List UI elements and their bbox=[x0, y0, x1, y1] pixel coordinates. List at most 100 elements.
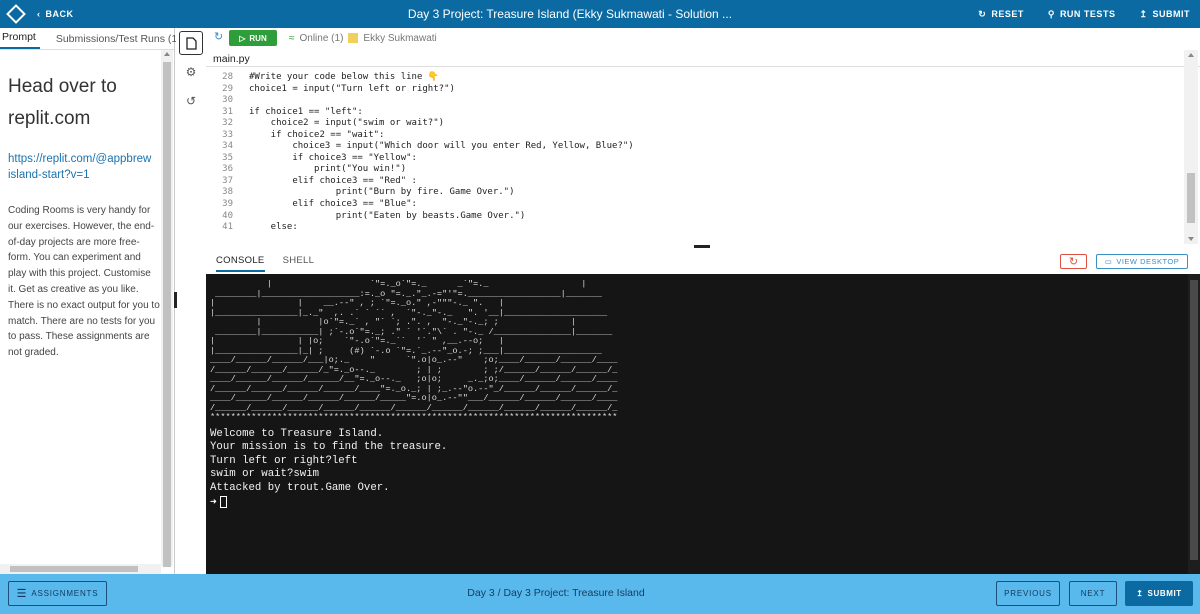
view-desktop-label: VIEW DESKTOP bbox=[1116, 257, 1180, 266]
refresh-icon[interactable]: ↻ bbox=[214, 30, 223, 43]
history-icon: ↺ bbox=[185, 94, 197, 108]
line-text: if choice1 == "left": bbox=[249, 106, 363, 117]
line-number: 30 bbox=[222, 95, 233, 106]
console-output[interactable]: | `"=._o`"=._ _`"=._ | ________|________… bbox=[206, 274, 1200, 574]
code-line[interactable]: 33 if choice2 == "wait": bbox=[206, 130, 1184, 142]
code-line[interactable]: 41 else: bbox=[206, 222, 1184, 234]
line-number: 37 bbox=[222, 175, 233, 186]
code-line[interactable]: 40 print("Eaten by beasts.Game Over.") bbox=[206, 211, 1184, 223]
panel-splitter-handle[interactable] bbox=[174, 292, 177, 308]
line-number: 28 bbox=[222, 72, 233, 82]
editor-vertical-scrollbar[interactable] bbox=[1184, 50, 1198, 244]
submit-upload-icon: ↥ bbox=[1139, 8, 1148, 19]
prompt-paragraph: Coding Rooms is very handy for our exerc… bbox=[8, 205, 160, 359]
code-line[interactable]: 38 print("Burn by fire. Game Over.") bbox=[206, 187, 1184, 199]
code-line[interactable]: 39 elif choice3 == "Blue": bbox=[206, 199, 1184, 211]
run-tests-label: RUN TESTS bbox=[1059, 9, 1116, 19]
heading-line: Head over to bbox=[8, 76, 117, 97]
tab-shell[interactable]: SHELL bbox=[283, 255, 315, 272]
console-line: Turn left or right?left bbox=[210, 454, 358, 467]
scroll-down-icon[interactable] bbox=[1188, 237, 1194, 241]
prompt-horizontal-scrollbar[interactable] bbox=[0, 564, 161, 574]
tab-prompt[interactable]: Prompt bbox=[0, 31, 40, 49]
bottom-submit-button[interactable]: ↥ SUBMIT bbox=[1125, 581, 1193, 606]
code-editor[interactable]: 28 #Write your code below this line 👇 29 ch… bbox=[206, 68, 1184, 245]
back-chevron-icon: ‹ bbox=[37, 9, 41, 19]
line-text: if choice3 == "Yellow": bbox=[249, 152, 417, 163]
code-line[interactable]: 34 choice3 = input("Which door will you … bbox=[206, 141, 1184, 153]
run-label: RUN bbox=[249, 33, 267, 43]
file-icon bbox=[185, 36, 197, 50]
cursor bbox=[219, 496, 227, 508]
run-button[interactable]: ▷ RUN bbox=[229, 30, 277, 46]
line-text: else: bbox=[249, 222, 298, 233]
scroll-thumb[interactable] bbox=[1190, 280, 1198, 560]
files-button[interactable] bbox=[179, 31, 203, 55]
scroll-up-icon[interactable] bbox=[1188, 53, 1194, 57]
code-line[interactable]: 30 bbox=[206, 95, 1184, 107]
line-text: choice3 = input("Which door will you ent… bbox=[249, 141, 634, 152]
line-number: 33 bbox=[222, 129, 233, 140]
code-line[interactable]: 35 if choice3 == "Yellow": bbox=[206, 153, 1184, 165]
scroll-thumb[interactable] bbox=[163, 62, 171, 567]
console-tab-bar: CONSOLE SHELL ↻ ▭ VIEW DESKTOP bbox=[206, 250, 1200, 273]
prompt-vertical-scrollbar[interactable] bbox=[161, 50, 173, 567]
line-number: 39 bbox=[222, 199, 233, 210]
back-button[interactable]: ‹ BACK bbox=[37, 9, 74, 19]
back-label: BACK bbox=[45, 9, 74, 19]
settings-button[interactable]: ⚙ bbox=[179, 60, 203, 84]
assignment-breadcrumb: Day 3 / Day 3 Project: Treasure Island bbox=[467, 587, 645, 599]
scroll-thumb[interactable] bbox=[10, 566, 138, 572]
restart-console-button[interactable]: ↻ bbox=[1060, 254, 1087, 269]
scroll-up-icon[interactable] bbox=[164, 52, 170, 56]
code-line[interactable]: 32 choice2 = input("swim or wait?") bbox=[206, 118, 1184, 130]
online-count: Online (1) bbox=[299, 32, 344, 44]
reset-label: RESET bbox=[991, 9, 1024, 19]
code-line[interactable]: 28 #Write your code below this line 👇 bbox=[206, 72, 1184, 84]
console-prompt[interactable]: ➜ bbox=[206, 495, 1200, 509]
line-number: 40 bbox=[222, 210, 233, 221]
ascii-art: | `"=._o`"=._ _`"=._ | ________|________… bbox=[210, 279, 618, 422]
editor-console-splitter-handle[interactable] bbox=[694, 245, 710, 248]
view-desktop-button[interactable]: ▭ VIEW DESKTOP bbox=[1096, 254, 1188, 269]
console-vertical-scrollbar[interactable] bbox=[1188, 274, 1200, 574]
line-text: elif choice3 == "Red" : bbox=[249, 175, 417, 186]
user-avatar bbox=[348, 33, 359, 43]
previous-button[interactable]: PREVIOUS bbox=[996, 581, 1060, 606]
history-button[interactable]: ↺ bbox=[179, 89, 203, 113]
line-text bbox=[233, 95, 249, 107]
online-status: ≈ Online (1) Ekky Sukmawati bbox=[289, 33, 437, 44]
tab-console[interactable]: CONSOLE bbox=[216, 255, 265, 272]
submit-upload-icon: ↥ bbox=[1136, 589, 1144, 598]
link-line: https://replit.com/@appbrew bbox=[8, 153, 152, 165]
page-title: Day 3 Project: Treasure Island (Ekky Suk… bbox=[407, 7, 733, 21]
replit-link[interactable]: https://replit.com/@appbrew island-start… bbox=[8, 151, 161, 183]
console-line: Attacked by trout.Game Over. bbox=[210, 481, 390, 494]
code-line[interactable]: 29 choice1 = input("Turn left or right?") bbox=[206, 84, 1184, 96]
reset-button[interactable]: ↻ RESET bbox=[978, 9, 1024, 20]
line-number: 32 bbox=[222, 118, 233, 129]
file-tab-main-py[interactable]: main.py bbox=[213, 53, 250, 65]
link-line: island-start?v=1 bbox=[8, 169, 90, 181]
console-text: Welcome to Treasure Island. Your mission … bbox=[206, 428, 1200, 496]
tab-submissions[interactable]: Submissions/Test Runs (1) bbox=[54, 33, 185, 49]
prompt-content: Head over to replit.com https://replit.c… bbox=[0, 50, 161, 566]
scroll-thumb[interactable] bbox=[1187, 173, 1195, 223]
line-text: #Write your code below this line 👇 bbox=[249, 72, 440, 82]
file-tab-bar: main.py ✓ bbox=[206, 50, 1200, 67]
code-line[interactable]: 31 if choice1 == "left": bbox=[206, 107, 1184, 119]
line-text: print("Burn by fire. Game Over.") bbox=[249, 187, 515, 198]
logo-icon[interactable] bbox=[6, 4, 26, 24]
next-button[interactable]: NEXT bbox=[1069, 581, 1117, 606]
code-line[interactable]: 37 elif choice3 == "Red" : bbox=[206, 176, 1184, 188]
prompt-tabs: Prompt Submissions/Test Runs (1) bbox=[0, 28, 181, 50]
top-submit-button[interactable]: ↥ SUBMIT bbox=[1139, 9, 1190, 20]
submit-label: SUBMIT bbox=[1147, 589, 1182, 598]
settings-gear-icon: ⚙ bbox=[185, 65, 197, 79]
prompt-arrow-icon: ➜ bbox=[210, 497, 217, 509]
code-line[interactable]: 36 print("You win!") bbox=[206, 164, 1184, 176]
user-name: Ekky Sukmawati bbox=[363, 32, 437, 44]
bottom-bar: ☰ ASSIGNMENTS Day 3 / Day 3 Project: Tre… bbox=[0, 574, 1200, 614]
run-tests-button[interactable]: ⚲ RUN TESTS bbox=[1048, 9, 1116, 20]
console-line: Welcome to Treasure Island. bbox=[210, 427, 384, 440]
